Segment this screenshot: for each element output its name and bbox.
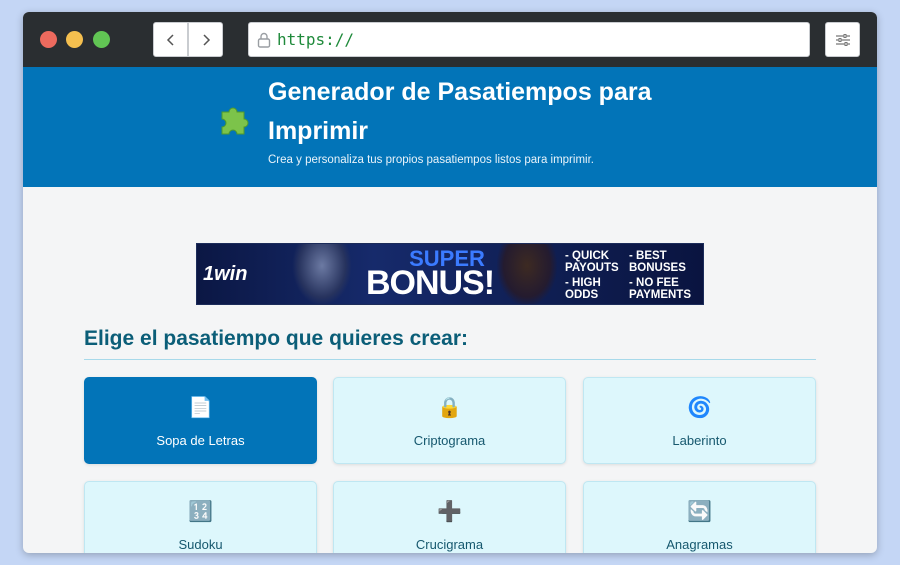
section-divider [84, 359, 816, 360]
maximize-window-button[interactable] [93, 31, 110, 48]
plus-icon: ➕ [437, 499, 462, 523]
puzzle-card-laberinto[interactable]: 🌀 Laberinto [583, 377, 816, 464]
close-window-button[interactable] [40, 31, 57, 48]
minimize-window-button[interactable] [66, 31, 83, 48]
sliders-icon [835, 33, 850, 46]
card-label: Criptograma [413, 433, 486, 448]
ad-headline-bottom: BONUS! [365, 264, 495, 302]
puzzle-card-sopa-de-letras[interactable]: 📄 Sopa de Letras [84, 377, 317, 464]
address-bar[interactable]: https:// [248, 22, 810, 57]
forward-button[interactable] [188, 22, 223, 57]
ad-banner[interactable]: 1win SUPER BONUS! - QUICK PAYOUTS - BEST… [196, 243, 704, 305]
numbers-icon: 🔢 [188, 499, 213, 523]
puzzle-card-criptograma[interactable]: 🔒 Criptograma [333, 377, 566, 464]
card-label: Crucigrama [415, 537, 484, 552]
spiral-icon: 🌀 [687, 395, 712, 419]
back-button[interactable] [153, 22, 188, 57]
card-label: Sudoku [178, 537, 223, 552]
document-icon: 📄 [188, 395, 213, 419]
chevron-right-icon [202, 33, 210, 46]
puzzle-card-sudoku[interactable]: 🔢 Sudoku [84, 481, 317, 553]
puzzle-card-anagramas[interactable]: 🔄 Anagramas [583, 481, 816, 553]
card-label: Anagramas [666, 537, 733, 552]
browser-window: https:// Generador de Pasatiempos para I… [23, 12, 877, 553]
lock-icon: 🔒 [437, 395, 462, 419]
ad-feature: - HIGH ODDS [565, 277, 601, 301]
page-subtitle: Crea y personaliza tus propios pasatiemp… [268, 154, 594, 166]
ad-figure-left [292, 244, 352, 304]
refresh-icon: 🔄 [687, 499, 712, 523]
lock-icon [257, 32, 271, 48]
ad-brand: 1win [203, 263, 248, 285]
site-header: Generador de Pasatiempos para Imprimir C… [23, 67, 877, 187]
chevron-left-icon [166, 33, 174, 46]
url-text: https:// [277, 30, 355, 49]
ad-feature: - QUICK PAYOUTS [565, 250, 619, 274]
main-content: 1win SUPER BONUS! - QUICK PAYOUTS - BEST… [23, 187, 877, 553]
browser-toolbar: https:// [23, 12, 877, 67]
card-label: Laberinto [672, 433, 727, 448]
card-label: Sopa de Letras [156, 433, 245, 448]
section-title: Elige el pasatiempo que quieres crear: [84, 327, 468, 350]
page-title: Generador de Pasatiempos para Imprimir [268, 78, 652, 145]
puzzle-piece-icon [216, 102, 252, 142]
puzzle-card-crucigrama[interactable]: ➕ Crucigrama [333, 481, 566, 553]
settings-button[interactable] [825, 22, 860, 57]
ad-feature: - BEST BONUSES [629, 250, 686, 274]
ad-feature: - NO FEE PAYMENTS [629, 277, 691, 301]
